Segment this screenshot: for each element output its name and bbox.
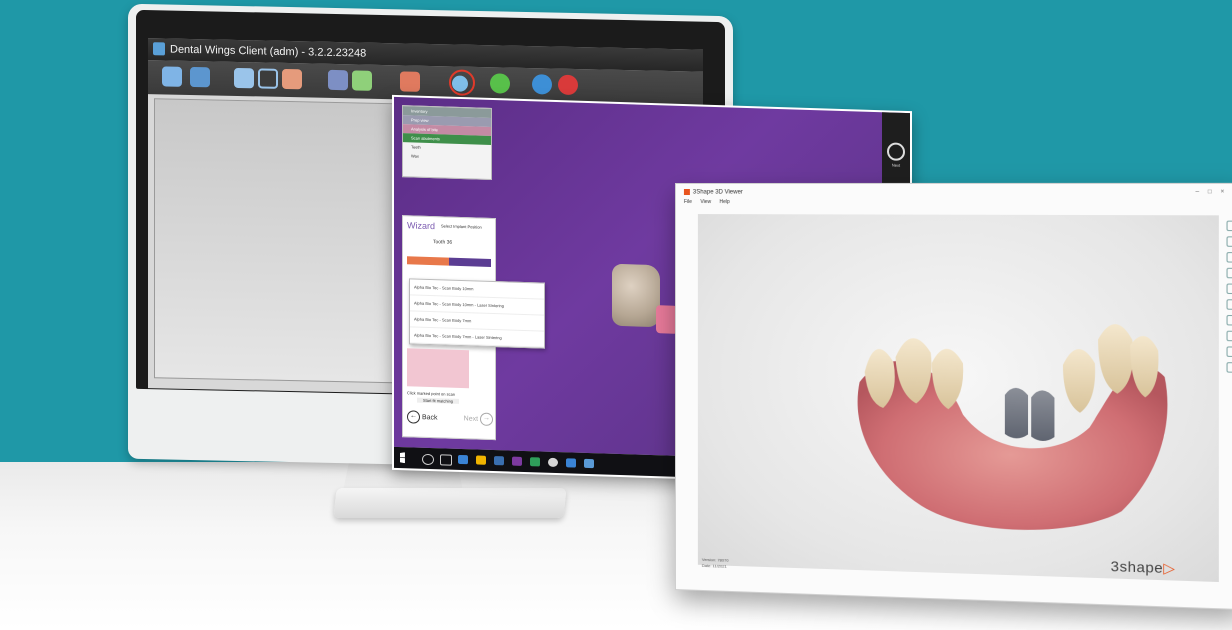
- window-controls[interactable]: –□×: [1196, 189, 1232, 195]
- taskbar-app-icon[interactable]: [584, 458, 594, 469]
- full-library-button[interactable]: Full library: [407, 256, 449, 271]
- favorites-label: Favorites only: [453, 266, 478, 273]
- monitor-icon-1[interactable]: [234, 67, 254, 89]
- taskbar-app-icon[interactable]: [494, 456, 504, 466]
- version-info: Version: 78070 Date: 11/2021: [702, 557, 729, 570]
- save-icon[interactable]: [190, 66, 210, 88]
- app-icon: [153, 42, 165, 56]
- jaw-scan-model: [857, 323, 1168, 535]
- favorites-button[interactable]: Favorites only: [449, 257, 491, 273]
- viewer-title: 3Shape 3D Viewer: [692, 189, 743, 196]
- view-tool-icon[interactable]: [1226, 252, 1232, 263]
- back-arrow-icon: ←: [407, 410, 420, 424]
- start-fit-button[interactable]: Start fit matching: [417, 397, 460, 404]
- view-tool-icon[interactable]: [1226, 362, 1232, 373]
- menu-view[interactable]: View: [700, 199, 711, 205]
- menu-bar: File View Help: [684, 199, 737, 205]
- taskbar-app-icon[interactable]: [548, 457, 558, 468]
- wizard-panel: Wizard Select Implant Position Tooth 36 …: [402, 215, 545, 441]
- monitor-icon-6[interactable]: [400, 71, 420, 92]
- back-label: Back: [421, 414, 438, 422]
- edit-icon[interactable]: [162, 66, 182, 87]
- taskbar-app-icon[interactable]: [512, 456, 522, 466]
- wizard-title: Wizard: [407, 220, 436, 232]
- sync-icon[interactable]: [490, 73, 510, 94]
- windows-start-icon[interactable]: [400, 452, 411, 463]
- version-line: Date: 11/2021: [701, 562, 727, 569]
- window-title: Dental Wings Client (adm) - 3.2.2.23248: [170, 43, 367, 60]
- logo-mark: ▷: [1163, 559, 1176, 577]
- view-tool-icon[interactable]: [1226, 346, 1232, 358]
- view-tool-icon[interactable]: [1226, 314, 1232, 326]
- dropdown-item[interactable]: Alpha Bio Tec - Scan Body 7mm - Laser Si…: [410, 327, 544, 348]
- back-button[interactable]: ← Back: [407, 410, 438, 424]
- menu-file[interactable]: File: [684, 199, 692, 205]
- view-tool-icon[interactable]: [1226, 283, 1232, 295]
- folder-icon[interactable]: [476, 455, 486, 465]
- next-button[interactable]: Next →: [463, 412, 493, 427]
- layer-row[interactable]: Wax: [403, 151, 491, 163]
- link-icon[interactable]: [452, 75, 468, 92]
- taskbar-app-icon[interactable]: [458, 454, 468, 465]
- globe-icon[interactable]: [532, 74, 552, 95]
- monitor-icon-4[interactable]: [328, 69, 348, 91]
- next-label: Next: [463, 415, 479, 423]
- logo-text: 3shape: [1110, 557, 1164, 577]
- viewer-side-toolbar: [1224, 215, 1232, 582]
- wizard-nav: ← Back Next →: [407, 406, 493, 429]
- taskbar-app-icon[interactable]: [566, 458, 576, 468]
- viewer-titlebar: 3Shape 3D Viewer: [683, 189, 743, 196]
- monitor-stand-base: [333, 488, 567, 518]
- power-icon[interactable]: [558, 74, 578, 96]
- view-tool-icon[interactable]: [1226, 267, 1232, 279]
- monitor-icon-2[interactable]: [258, 68, 278, 89]
- 3shape-viewer-window: 3Shape 3D Viewer –□× File View Help 3sha…: [675, 182, 1232, 611]
- crown-model: [612, 263, 660, 328]
- tooth-label: Tooth 36: [433, 239, 453, 246]
- search-icon[interactable]: [422, 453, 434, 466]
- view-tool-icon[interactable]: [1226, 236, 1232, 247]
- view-tool-icon[interactable]: [1226, 299, 1232, 310]
- save-icon[interactable]: [887, 142, 905, 161]
- task-view-icon[interactable]: [440, 454, 452, 466]
- 3d-canvas[interactable]: 3shape▷: [697, 214, 1219, 583]
- implant-preview: [407, 348, 469, 389]
- monitor-icon-3[interactable]: [282, 68, 302, 90]
- side-label: Next: [891, 162, 901, 168]
- taskbar-app-icon[interactable]: [530, 457, 540, 467]
- 3shape-logo: 3shape▷: [1111, 558, 1176, 578]
- implant-dropdown[interactable]: Alpha Bio Tec - Scan Body 10mm Alpha Bio…: [409, 278, 545, 349]
- full-library-label: Full library: [411, 265, 430, 272]
- app-logo-icon: [683, 189, 690, 196]
- monitor-icon-5[interactable]: [352, 70, 372, 91]
- wizard-subtitle: Select Implant Position: [441, 223, 482, 230]
- view-tool-icon[interactable]: [1226, 330, 1232, 342]
- menu-help[interactable]: Help: [719, 199, 729, 205]
- view-tool-icon[interactable]: [1226, 220, 1232, 232]
- layers-panel: Inventory Prep view Analysis of bite Sca…: [402, 105, 492, 180]
- hint-text: Click marked point on scan: [407, 390, 456, 397]
- next-arrow-icon: →: [480, 412, 493, 427]
